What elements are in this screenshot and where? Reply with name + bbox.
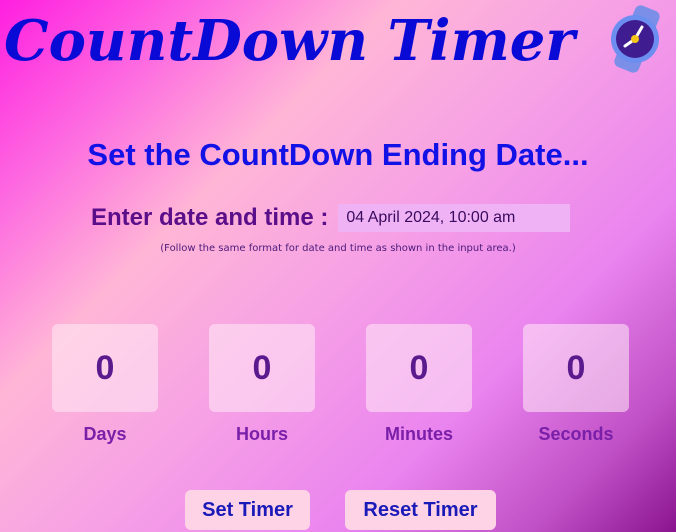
seconds-label: Seconds	[538, 424, 614, 444]
seconds-counter: 0 Seconds	[523, 324, 629, 445]
app-title: CountDown Timer	[4, 8, 575, 74]
hours-counter: 0 Hours	[209, 324, 315, 445]
minutes-counter: 0 Minutes	[366, 324, 472, 445]
stopwatch-icon	[611, 5, 660, 73]
format-hint: (Follow the same format for date and tim…	[160, 243, 516, 254]
days-counter: 0 Days	[52, 324, 158, 445]
minutes-label: Minutes	[384, 424, 453, 444]
days-value: 0	[52, 324, 158, 412]
set-timer-button[interactable]: Set Timer	[185, 490, 310, 530]
reset-timer-button[interactable]: Reset Timer	[345, 490, 496, 530]
date-time-input[interactable]	[338, 204, 571, 232]
hours-label: Hours	[235, 424, 288, 444]
seconds-value: 0	[523, 324, 629, 412]
hours-value: 0	[209, 324, 315, 412]
date-entry-row: Enter date and time :	[91, 200, 571, 236]
minutes-value: 0	[366, 324, 472, 412]
section-heading: Set the CountDown Ending Date...	[87, 137, 589, 172]
days-label: Days	[83, 424, 127, 444]
date-entry-label: Enter date and time :	[91, 204, 329, 231]
